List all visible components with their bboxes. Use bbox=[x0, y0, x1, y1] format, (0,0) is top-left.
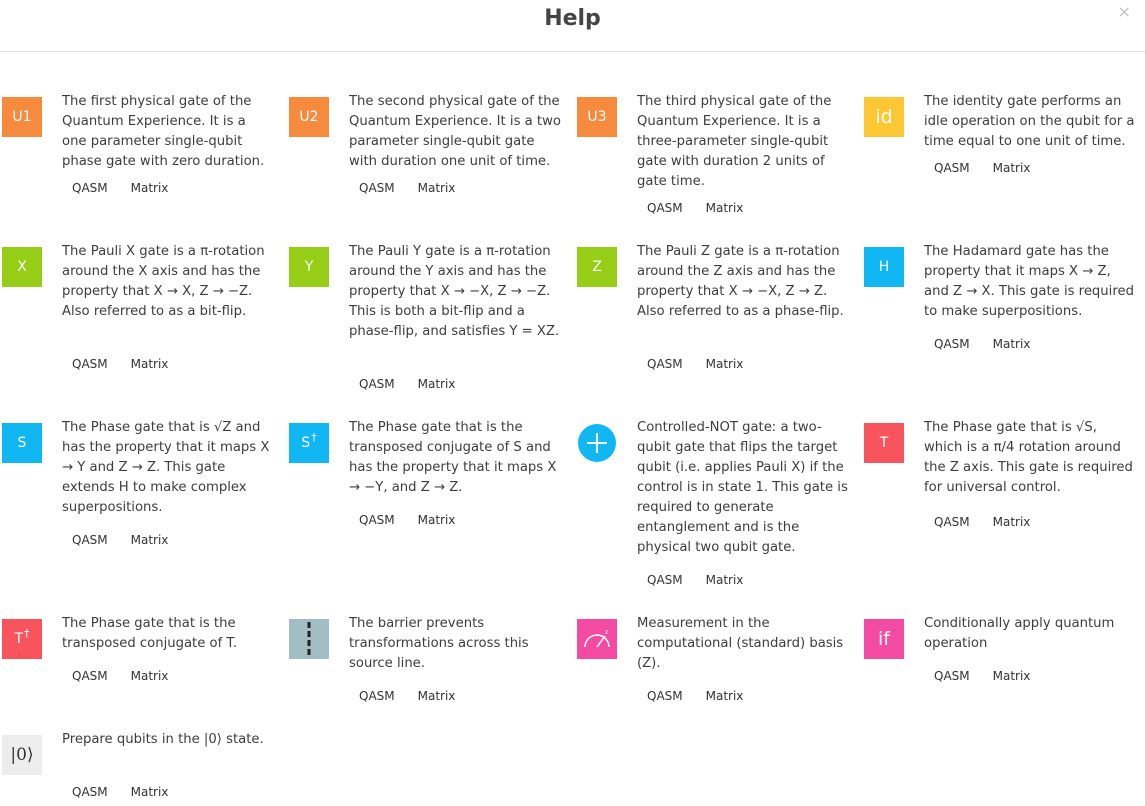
matrix-link[interactable]: Matrix bbox=[418, 689, 456, 703]
qasm-link[interactable]: QASM bbox=[647, 689, 683, 703]
u2-gate-icon: U2 bbox=[289, 97, 329, 137]
matrix-link[interactable]: Matrix bbox=[131, 669, 169, 683]
if-gate-icon: if bbox=[864, 619, 904, 659]
cnot-plus-icon bbox=[577, 423, 617, 463]
gate-description: The barrier prevents transformations acr… bbox=[349, 616, 529, 671]
qasm-link[interactable]: QASM bbox=[934, 337, 970, 351]
meter-icon: z bbox=[577, 619, 617, 659]
gate-description: The Phase gate that is the transposed co… bbox=[349, 420, 557, 495]
gate-description: The Pauli Z gate is a π-rotation around … bbox=[637, 244, 844, 319]
qasm-link[interactable]: QASM bbox=[934, 515, 970, 529]
gate-description: The Phase gate that is √Z and has the pr… bbox=[62, 420, 270, 515]
sdg-gate-icon: S † bbox=[289, 423, 329, 463]
matrix-link[interactable]: Matrix bbox=[706, 201, 744, 215]
s-gate-icon: S bbox=[2, 423, 42, 463]
matrix-link[interactable]: Matrix bbox=[418, 513, 456, 527]
gate-description: The Pauli X gate is a π-rotation around … bbox=[62, 244, 265, 319]
h-gate-icon: H bbox=[864, 247, 904, 287]
gate-description: Conditionally apply quantum operation bbox=[924, 616, 1115, 651]
matrix-link[interactable]: Matrix bbox=[418, 377, 456, 391]
dialog-header: Help × bbox=[0, 0, 1145, 52]
gate-description: The identity gate performs an idle opera… bbox=[924, 94, 1135, 149]
gate-description: The Hadamard gate has the property that … bbox=[924, 244, 1134, 319]
gate-description: The Pauli Y gate is a π-rotation around … bbox=[349, 244, 560, 339]
y-gate-icon: Y bbox=[289, 247, 329, 287]
matrix-link[interactable]: Matrix bbox=[993, 161, 1031, 175]
gate-description: Measurement in the computational (standa… bbox=[637, 616, 844, 671]
svg-text:z: z bbox=[605, 629, 608, 636]
qasm-link[interactable]: QASM bbox=[72, 669, 108, 683]
matrix-link[interactable]: Matrix bbox=[993, 669, 1031, 683]
dialog-title: Help bbox=[544, 6, 601, 31]
gate-description: Prepare qubits in the |0⟩ state. bbox=[62, 732, 264, 747]
matrix-link[interactable]: Matrix bbox=[131, 785, 169, 799]
t-gate-icon: T bbox=[864, 423, 904, 463]
gate-description: The Phase gate that is √S, which is a π/… bbox=[924, 420, 1133, 495]
matrix-link[interactable]: Matrix bbox=[418, 181, 456, 195]
qasm-link[interactable]: QASM bbox=[647, 201, 683, 215]
qasm-link[interactable]: QASM bbox=[72, 785, 108, 799]
barrier-icon bbox=[289, 619, 329, 659]
matrix-link[interactable]: Matrix bbox=[993, 337, 1031, 351]
x-gate-icon: X bbox=[2, 247, 42, 287]
matrix-link[interactable]: Matrix bbox=[131, 357, 169, 371]
matrix-link[interactable]: Matrix bbox=[131, 181, 169, 195]
qasm-link[interactable]: QASM bbox=[359, 377, 395, 391]
qasm-link[interactable]: QASM bbox=[934, 669, 970, 683]
id-gate-icon: id bbox=[864, 97, 904, 137]
z-gate-icon: Z bbox=[577, 247, 617, 287]
matrix-link[interactable]: Matrix bbox=[993, 515, 1031, 529]
gate-description: The second physical gate of the Quantum … bbox=[349, 94, 561, 169]
reset-gate-icon: |0⟩ bbox=[2, 735, 42, 775]
qasm-link[interactable]: QASM bbox=[72, 357, 108, 371]
u3-gate-icon: U3 bbox=[577, 97, 617, 137]
gate-description: Controlled-NOT gate: a two-qubit gate th… bbox=[637, 420, 848, 555]
gate-description: The first physical gate of the Quantum E… bbox=[62, 94, 265, 169]
u1-gate-icon: U1 bbox=[2, 97, 42, 137]
qasm-link[interactable]: QASM bbox=[647, 357, 683, 371]
qasm-link[interactable]: QASM bbox=[72, 533, 108, 547]
qasm-link[interactable]: QASM bbox=[934, 161, 970, 175]
qasm-link[interactable]: QASM bbox=[72, 181, 108, 195]
qasm-link[interactable]: QASM bbox=[359, 689, 395, 703]
matrix-link[interactable]: Matrix bbox=[706, 573, 744, 587]
matrix-link[interactable]: Matrix bbox=[706, 689, 744, 703]
tdg-gate-icon: T † bbox=[2, 619, 42, 659]
gate-description: The third physical gate of the Quantum E… bbox=[637, 94, 832, 189]
qasm-link[interactable]: QASM bbox=[359, 181, 395, 195]
qasm-link[interactable]: QASM bbox=[359, 513, 395, 527]
qasm-link[interactable]: QASM bbox=[647, 573, 683, 587]
matrix-link[interactable]: Matrix bbox=[131, 533, 169, 547]
close-icon[interactable]: × bbox=[1118, 2, 1131, 21]
gate-description: The Phase gate that is the transposed co… bbox=[62, 616, 238, 651]
matrix-link[interactable]: Matrix bbox=[706, 357, 744, 371]
